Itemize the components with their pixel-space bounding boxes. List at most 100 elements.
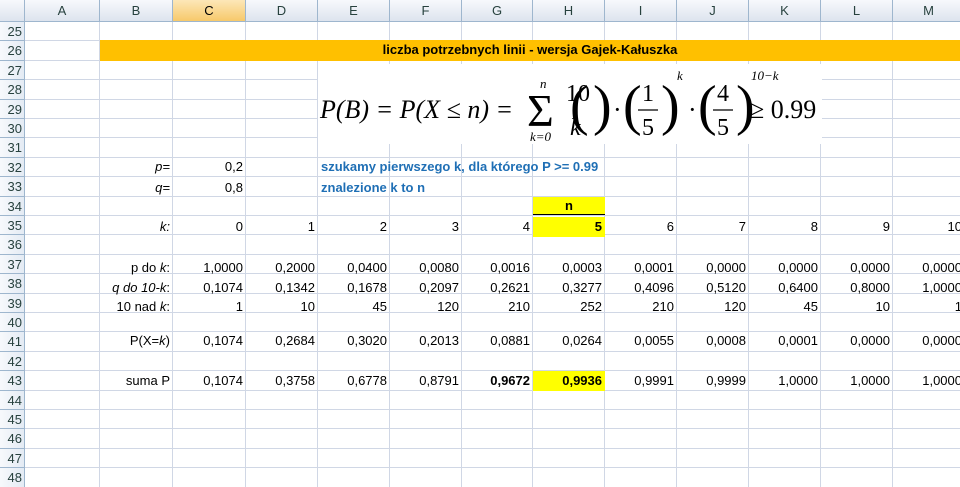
row-header-47[interactable]: 47: [0, 448, 25, 469]
pxk-value[interactable]: 0,0055: [605, 331, 677, 351]
q-pow-value[interactable]: 0,2097: [390, 278, 462, 298]
row-header-31[interactable]: 31: [0, 138, 25, 158]
column-header-b[interactable]: B: [100, 0, 173, 22]
row-header-28[interactable]: 28: [0, 80, 25, 100]
column-header-j[interactable]: J: [677, 0, 749, 22]
p-label[interactable]: p=: [100, 157, 173, 177]
column-header-d[interactable]: D: [246, 0, 318, 22]
row-header-48[interactable]: 48: [0, 468, 25, 487]
k-value[interactable]: 2: [318, 217, 390, 237]
q-pow-value[interactable]: 1,0000: [893, 278, 960, 298]
row-header-27[interactable]: 27: [0, 60, 25, 81]
row-header-32[interactable]: 32: [0, 157, 25, 178]
pxk-value[interactable]: 0,2013: [390, 331, 462, 351]
k-value[interactable]: 10: [893, 217, 960, 237]
column-header-g[interactable]: G: [462, 0, 533, 22]
row-header-26[interactable]: 26: [0, 41, 25, 61]
k-value[interactable]: 5: [533, 217, 605, 237]
suma-value[interactable]: 0,8791: [390, 371, 462, 391]
row-header-46[interactable]: 46: [0, 429, 25, 449]
pxk-value[interactable]: 0,0001: [749, 331, 821, 351]
p-value[interactable]: 0,2: [173, 157, 246, 177]
binom-value[interactable]: 120: [677, 297, 749, 317]
q-pow-value[interactable]: 0,1074: [173, 278, 246, 298]
p-pow-value[interactable]: 1,0000: [173, 258, 246, 278]
q-pow-value[interactable]: 0,5120: [677, 278, 749, 298]
p-pow-value[interactable]: 0,0000: [677, 258, 749, 278]
p-pow-value[interactable]: 0,0000: [821, 258, 893, 278]
pxk-value[interactable]: 0,1074: [173, 331, 246, 351]
binom-value[interactable]: 10: [246, 297, 318, 317]
row-header-38[interactable]: 38: [0, 274, 25, 294]
column-header-h[interactable]: H: [533, 0, 605, 22]
pxk-value[interactable]: 0,0000: [893, 331, 960, 351]
row-header-41[interactable]: 41: [0, 332, 25, 352]
k-value[interactable]: 8: [749, 217, 821, 237]
p-pow-value[interactable]: 0,0080: [390, 258, 462, 278]
pxk-row-label[interactable]: P(X=k): [100, 331, 173, 351]
note-line-1[interactable]: szukamy pierwszego k, dla którego P >= 0…: [318, 157, 718, 177]
row-header-39[interactable]: 39: [0, 293, 25, 313]
column-header-a[interactable]: A: [25, 0, 100, 22]
select-all-corner[interactable]: [0, 0, 25, 22]
binom-value[interactable]: 1: [173, 297, 246, 317]
p-pow-value[interactable]: 0,0001: [605, 258, 677, 278]
suma-value[interactable]: 1,0000: [749, 371, 821, 391]
k-value[interactable]: 7: [677, 217, 749, 237]
row-header-33[interactable]: 33: [0, 177, 25, 197]
k-value[interactable]: 4: [462, 217, 533, 237]
binom-value[interactable]: 210: [605, 297, 677, 317]
q-value[interactable]: 0,8: [173, 178, 246, 198]
suma-value[interactable]: 0,9936: [533, 371, 605, 391]
binom-value[interactable]: 1: [893, 297, 960, 317]
pxk-value[interactable]: 0,0264: [533, 331, 605, 351]
binom-value[interactable]: 210: [462, 297, 533, 317]
suma-value[interactable]: 0,9991: [605, 371, 677, 391]
column-header-i[interactable]: I: [605, 0, 677, 22]
row-header-40[interactable]: 40: [0, 313, 25, 333]
pxk-value[interactable]: 0,0000: [821, 331, 893, 351]
p-pow-value[interactable]: 0,2000: [246, 258, 318, 278]
q-pow-value[interactable]: 0,8000: [821, 278, 893, 298]
column-header-e[interactable]: E: [318, 0, 390, 22]
q-pow-row-label[interactable]: q do 10-k:: [90, 278, 173, 298]
column-header-f[interactable]: F: [390, 0, 462, 22]
note-line-2[interactable]: znalezione k to n: [318, 178, 618, 198]
suma-value[interactable]: 1,0000: [893, 371, 960, 391]
suma-value[interactable]: 1,0000: [821, 371, 893, 391]
n-marker-cell[interactable]: n: [533, 197, 605, 215]
row-header-30[interactable]: 30: [0, 119, 25, 139]
q-pow-value[interactable]: 0,2621: [462, 278, 533, 298]
k-value[interactable]: 9: [821, 217, 893, 237]
binom-value[interactable]: 252: [533, 297, 605, 317]
q-pow-value[interactable]: 0,1678: [318, 278, 390, 298]
row-header-37[interactable]: 37: [0, 254, 25, 275]
formula-image[interactable]: P(B) = P(X ≤ n) = Σ n k=0 ( 10 k ) · ( 1…: [318, 64, 822, 144]
suma-row-label[interactable]: suma P: [100, 371, 173, 391]
row-header-44[interactable]: 44: [0, 390, 25, 410]
column-header-m[interactable]: M: [893, 0, 960, 22]
k-value[interactable]: 1: [246, 217, 318, 237]
binom-value[interactable]: 45: [749, 297, 821, 317]
row-header-35[interactable]: 35: [0, 216, 25, 236]
suma-value[interactable]: 0,9999: [677, 371, 749, 391]
column-header-k[interactable]: K: [749, 0, 821, 22]
p-pow-value[interactable]: 0,0000: [893, 258, 960, 278]
column-header-c[interactable]: C: [173, 0, 246, 22]
q-pow-value[interactable]: 0,4096: [605, 278, 677, 298]
q-label[interactable]: q=: [100, 178, 173, 198]
row-header-34[interactable]: 34: [0, 196, 25, 216]
row-header-43[interactable]: 43: [0, 371, 25, 391]
binom-value[interactable]: 45: [318, 297, 390, 317]
p-pow-row-label[interactable]: p do k:: [100, 258, 173, 278]
suma-value[interactable]: 0,1074: [173, 371, 246, 391]
pxk-value[interactable]: 0,0008: [677, 331, 749, 351]
k-value[interactable]: 0: [173, 217, 246, 237]
suma-value[interactable]: 0,9672: [462, 371, 533, 391]
k-value[interactable]: 6: [605, 217, 677, 237]
q-pow-value[interactable]: 0,3277: [533, 278, 605, 298]
suma-value[interactable]: 0,3758: [246, 371, 318, 391]
k-row-label[interactable]: k:: [100, 217, 173, 237]
row-header-45[interactable]: 45: [0, 410, 25, 430]
binom-row-label[interactable]: 10 nad k:: [90, 297, 173, 317]
